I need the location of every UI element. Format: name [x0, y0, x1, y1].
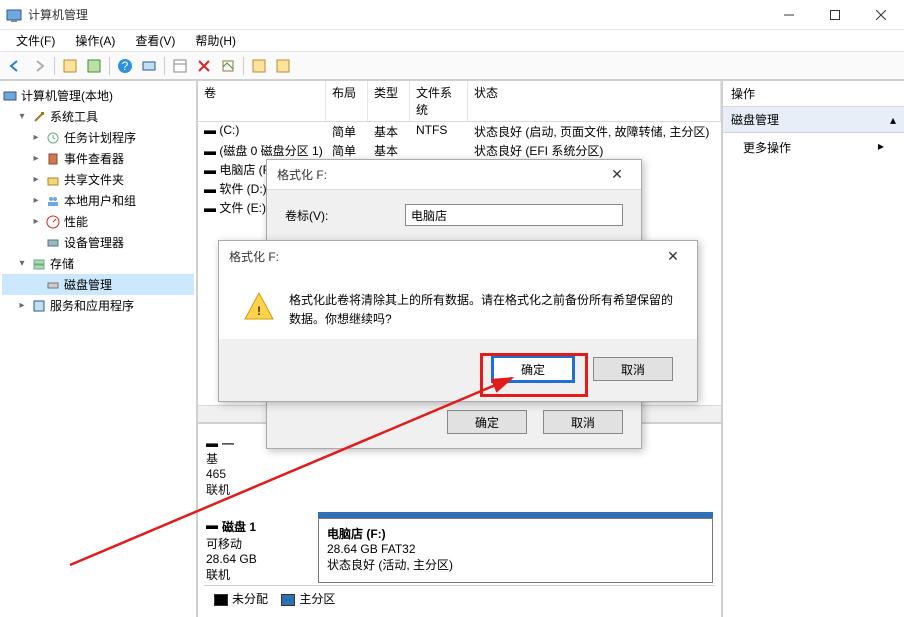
disk-icon: ▬ [206, 436, 218, 450]
back-button[interactable] [4, 55, 26, 77]
tree-root[interactable]: 计算机管理(本地) [2, 85, 194, 106]
format-ok-button[interactable]: 确定 [447, 410, 527, 434]
tree-device-manager[interactable]: ▸设备管理器 [2, 232, 194, 253]
users-icon [45, 193, 61, 209]
menu-view[interactable]: 查看(V) [125, 30, 185, 51]
clock-icon [45, 130, 61, 146]
format-cancel-button[interactable]: 取消 [543, 410, 623, 434]
svg-text:?: ? [122, 59, 129, 73]
close-icon[interactable]: ✕ [603, 161, 631, 189]
chevron-right-icon: ▸ [878, 139, 884, 156]
tree-event-viewer[interactable]: ▸事件查看器 [2, 148, 194, 169]
titlebar: 计算机管理 [0, 0, 904, 30]
volume-label-caption: 卷标(V): [285, 207, 405, 224]
format-dialog-title: 格式化 F: [277, 166, 327, 183]
disk0-label: — [222, 436, 234, 450]
services-icon [31, 298, 47, 314]
toolbar: ? [0, 52, 904, 80]
actions-section[interactable]: 磁盘管理 ▴ [723, 107, 904, 133]
tree-performance[interactable]: ▸性能 [2, 211, 194, 232]
chevron-right-icon[interactable]: ▸ [30, 153, 42, 164]
delete-icon[interactable] [193, 55, 215, 77]
chevron-down-icon[interactable]: ▾ [16, 258, 28, 269]
chevron-right-icon[interactable]: ▸ [30, 216, 42, 227]
toolbar-icon-2[interactable] [83, 55, 105, 77]
minimize-button[interactable] [766, 0, 812, 30]
warning-icon: ! [243, 291, 275, 323]
disk-icon: ▬ [206, 518, 218, 535]
volume-header: 卷 布局 类型 文件系统 状态 [198, 81, 721, 122]
tools-icon [31, 109, 47, 125]
chevron-right-icon[interactable]: ▸ [16, 300, 28, 311]
disk-1-row[interactable]: ▬磁盘 1 可移动 28.64 GB 联机 电脑店 (F:) 28.64 GB … [206, 512, 713, 583]
chevron-right-icon[interactable]: ▸ [30, 174, 42, 185]
book-icon [45, 151, 61, 167]
toolbar-icon-4[interactable] [169, 55, 191, 77]
more-actions[interactable]: 更多操作 ▸ [723, 133, 904, 162]
nav-tree: 计算机管理(本地) ▾ 系统工具 ▸任务计划程序 ▸事件查看器 ▸共享文件夹 [0, 81, 198, 617]
tree-storage[interactable]: ▾ 存储 [2, 253, 194, 274]
tree-shared-folders[interactable]: ▸共享文件夹 [2, 169, 194, 190]
menubar: 文件(F) 操作(A) 查看(V) 帮助(H) [0, 30, 904, 52]
perf-icon [45, 214, 61, 230]
partition-f[interactable]: 电脑店 (F:) 28.64 GB FAT32 状态良好 (活动, 主分区) [318, 518, 713, 583]
tree-system-tools[interactable]: ▾ 系统工具 [2, 106, 194, 127]
actions-pane: 操作 磁盘管理 ▴ 更多操作 ▸ [723, 81, 904, 617]
storage-icon [31, 256, 47, 272]
confirm-cancel-button[interactable]: 取消 [593, 357, 673, 381]
toolbar-icon-3[interactable] [138, 55, 160, 77]
legend: 未分配 主分区 [204, 585, 715, 607]
forward-button[interactable] [28, 55, 50, 77]
tree-disk-management[interactable]: ▸磁盘管理 [2, 274, 194, 295]
col-layout[interactable]: 布局 [326, 81, 368, 121]
maximize-button[interactable] [812, 0, 858, 30]
confirm-message: 格式化此卷将清除其上的所有数据。请在格式化之前备份所有希望保留的数据。你想继续吗… [289, 291, 673, 329]
menu-action[interactable]: 操作(A) [65, 30, 125, 51]
window-title: 计算机管理 [28, 6, 766, 23]
toolbar-icon-5[interactable] [217, 55, 239, 77]
col-type[interactable]: 类型 [368, 81, 410, 121]
confirm-ok-button[interactable]: 确定 [493, 357, 573, 381]
computer-icon [2, 88, 18, 104]
disk-icon [45, 277, 61, 293]
toolbar-icon-1[interactable] [59, 55, 81, 77]
help-icon[interactable]: ? [114, 55, 136, 77]
menu-help[interactable]: 帮助(H) [185, 30, 246, 51]
tree-services[interactable]: ▸ 服务和应用程序 [2, 295, 194, 316]
col-volume[interactable]: 卷 [198, 81, 326, 121]
collapse-icon[interactable]: ▴ [890, 113, 896, 127]
chevron-right-icon[interactable]: ▸ [30, 132, 42, 143]
device-icon [45, 235, 61, 251]
confirm-dialog: 格式化 F: ✕ ! 格式化此卷将清除其上的所有数据。请在格式化之前备份所有希望… [218, 240, 698, 402]
svg-text:!: ! [257, 304, 261, 318]
actions-title: 操作 [723, 81, 904, 107]
app-icon [6, 7, 22, 23]
tree-root-label: 计算机管理(本地) [21, 87, 113, 104]
close-icon[interactable]: ✕ [659, 242, 687, 270]
share-icon [45, 172, 61, 188]
tree-local-users[interactable]: ▸本地用户和组 [2, 190, 194, 211]
confirm-dialog-title: 格式化 F: [229, 248, 279, 265]
chevron-right-icon[interactable]: ▸ [30, 195, 42, 206]
toolbar-icon-6[interactable] [248, 55, 270, 77]
chevron-down-icon[interactable]: ▾ [16, 111, 28, 122]
col-fs[interactable]: 文件系统 [410, 81, 468, 121]
col-status[interactable]: 状态 [468, 81, 721, 121]
volume-row[interactable]: ▬ (磁盘 0 磁盘分区 1)简单基本状态良好 (EFI 系统分区) [198, 141, 721, 160]
close-button[interactable] [858, 0, 904, 30]
tree-task-scheduler[interactable]: ▸任务计划程序 [2, 127, 194, 148]
toolbar-icon-7[interactable] [272, 55, 294, 77]
volume-label-input[interactable] [405, 204, 623, 226]
menu-file[interactable]: 文件(F) [6, 30, 65, 51]
volume-row[interactable]: ▬ (C:)简单基本NTFS状态良好 (启动, 页面文件, 故障转储, 主分区) [198, 122, 721, 141]
